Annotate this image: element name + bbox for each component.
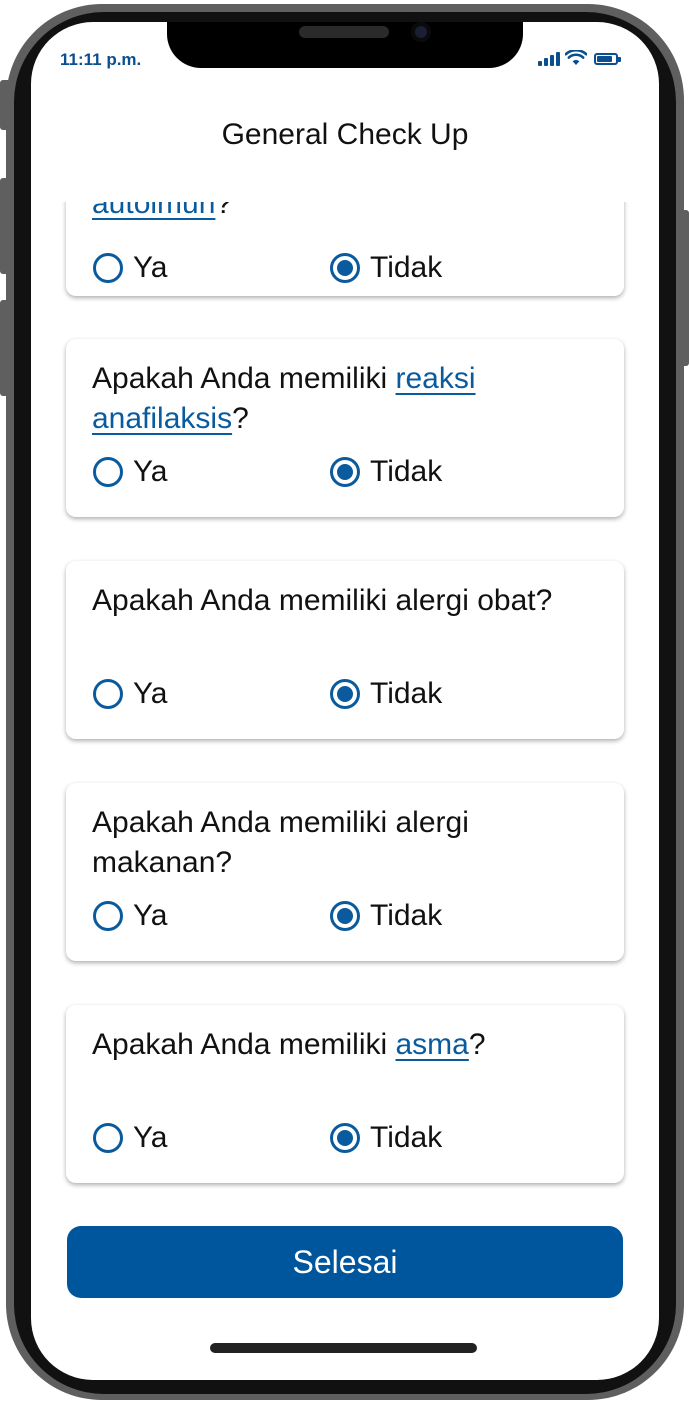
radio-tidak-selected[interactable]	[330, 457, 360, 487]
status-icons	[538, 48, 621, 66]
question-text: autoimun?	[92, 202, 612, 224]
option-tidak[interactable]: Tidak	[330, 899, 442, 933]
radio-tidak-selected[interactable]	[330, 1123, 360, 1153]
option-label: Ya	[133, 1121, 168, 1154]
home-indicator[interactable]	[210, 1343, 477, 1353]
volume-down-button	[0, 300, 8, 396]
option-label: Ya	[133, 899, 168, 932]
option-ya[interactable]: Ya	[93, 251, 167, 285]
battery-icon	[594, 53, 621, 65]
option-label: Tidak	[370, 455, 443, 488]
status-time: 11:11 p.m.	[60, 50, 142, 69]
volume-up-button	[0, 178, 8, 274]
option-ya[interactable]: Ya	[93, 1121, 167, 1155]
question-card-alergi-makanan: Apakah Anda memiliki alergi makanan? Ya …	[66, 783, 624, 961]
question-text: Apakah Anda memiliki alergi obat?	[92, 584, 553, 617]
question-card-autoimun: autoimun? Ya Tidak	[66, 202, 624, 296]
radio-tidak-selected[interactable]	[330, 679, 360, 709]
radio-ya[interactable]	[93, 1123, 123, 1153]
question-card-anafilaksis: Apakah Anda memiliki reaksi anafilaksis?…	[66, 339, 624, 517]
radio-tidak-selected[interactable]	[330, 901, 360, 931]
submit-button[interactable]: Selesai	[67, 1226, 623, 1298]
notch	[167, 22, 523, 68]
option-tidak[interactable]: Tidak	[330, 455, 442, 489]
radio-ya[interactable]	[93, 457, 123, 487]
radio-ya[interactable]	[93, 901, 123, 931]
radio-tidak-selected[interactable]	[330, 253, 360, 283]
option-label: Tidak	[370, 677, 443, 710]
option-label: Tidak	[370, 899, 443, 932]
screen: 11:11 p.m. General Check Up autoimun? Ya…	[31, 22, 659, 1380]
radio-ya[interactable]	[93, 679, 123, 709]
question-text: Apakah Anda memiliki asma?	[92, 1028, 486, 1061]
option-tidak[interactable]: Tidak	[330, 1121, 442, 1155]
front-camera-icon	[411, 22, 431, 42]
option-label: Ya	[133, 251, 168, 284]
asma-link[interactable]: asma	[396, 1028, 469, 1061]
radio-ya[interactable]	[93, 253, 123, 283]
speaker-grille	[299, 26, 389, 38]
option-ya[interactable]: Ya	[93, 455, 167, 489]
question-card-alergi-obat: Apakah Anda memiliki alergi obat? Ya Tid…	[66, 561, 624, 739]
question-text: Apakah Anda memiliki reaksi anafilaksis?	[92, 362, 476, 435]
option-label: Tidak	[370, 1121, 443, 1154]
mute-switch	[0, 80, 8, 130]
cellular-signal-icon	[538, 50, 560, 66]
option-label: Ya	[133, 455, 168, 488]
option-tidak[interactable]: Tidak	[330, 251, 442, 285]
option-label: Tidak	[370, 251, 443, 284]
power-button	[681, 210, 689, 366]
option-label: Ya	[133, 677, 168, 710]
option-tidak[interactable]: Tidak	[330, 677, 442, 711]
page-title: General Check Up	[221, 118, 469, 151]
question-text: Apakah Anda memiliki alergi makanan?	[92, 806, 469, 879]
option-ya[interactable]: Ya	[93, 677, 167, 711]
autoimun-link[interactable]: autoimun	[92, 202, 215, 220]
wifi-icon	[565, 50, 587, 65]
option-ya[interactable]: Ya	[93, 899, 167, 933]
question-card-asma: Apakah Anda memiliki asma? Ya Tidak	[66, 1005, 624, 1183]
questions-list[interactable]: autoimun? Ya Tidak Apakah Anda memiliki …	[31, 202, 659, 1212]
